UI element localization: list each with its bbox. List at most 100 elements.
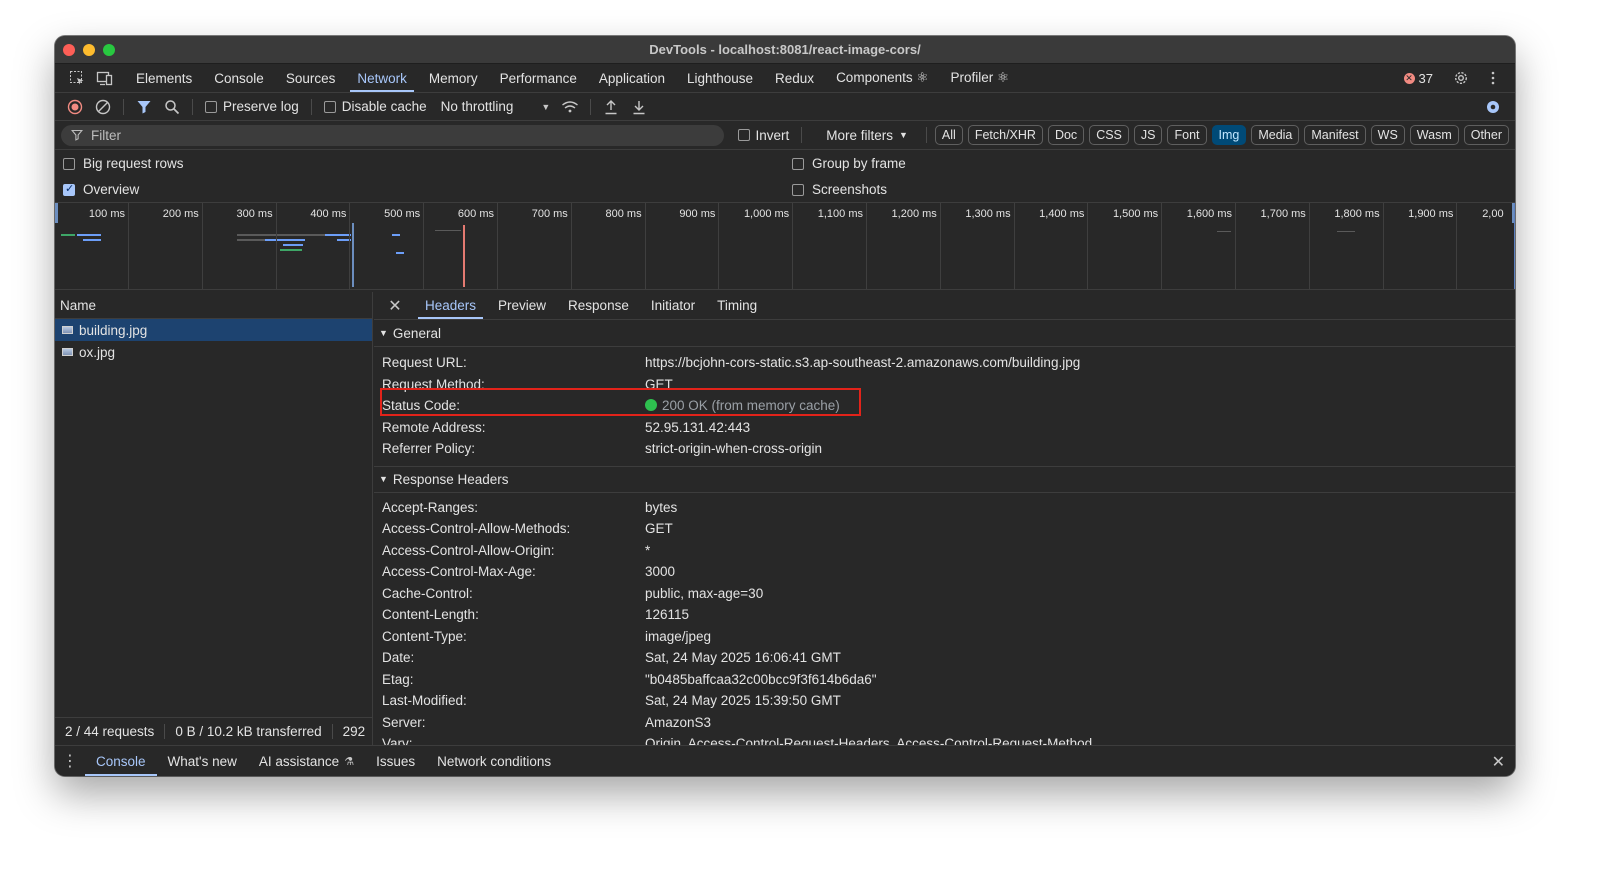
header-value: strict-origin-when-cross-origin: [645, 441, 823, 457]
timeline-tick-label: 200 ms: [162, 208, 199, 220]
throttling-select[interactable]: No throttling ▼: [441, 99, 551, 114]
request-row-building[interactable]: building.jpg: [55, 319, 372, 341]
header-row: Server: AmazonS3: [374, 712, 1515, 734]
invert-check[interactable]: [737, 129, 750, 141]
header-key: Etag:: [382, 671, 414, 687]
name-column-header[interactable]: Name: [55, 292, 372, 319]
tab-headers[interactable]: Headers: [414, 292, 487, 319]
tab-profiler[interactable]: Profiler ⚛: [939, 64, 1020, 92]
drawer-tab-ai-assistance[interactable]: AI assistance ⚗: [248, 746, 365, 776]
load-event-line: [463, 225, 465, 287]
inspect-element-icon[interactable]: [63, 66, 91, 90]
header-value: https://bcjohn-cors-static.s3.ap-southea…: [645, 355, 1081, 371]
import-har-upload-icon[interactable]: [597, 95, 625, 119]
request-row-ox[interactable]: ox.jpg: [55, 341, 372, 363]
tab-console[interactable]: Console: [203, 64, 275, 92]
timeline-tick-label: 1,100 ms: [817, 208, 863, 220]
export-har-download-icon[interactable]: [625, 95, 653, 119]
drawer-tab-whats-new[interactable]: What's new: [157, 746, 248, 776]
chip-wasm[interactable]: Wasm: [1409, 125, 1459, 145]
timeline-tick-label: 700 ms: [531, 208, 568, 220]
group-by-frame-checkbox[interactable]: Group by frame: [792, 156, 906, 171]
close-window-button[interactable]: [63, 44, 75, 56]
disable-cache-checkbox[interactable]: Disable cache: [323, 99, 427, 114]
header-row: Accept-Ranges: bytes: [374, 497, 1515, 519]
network-settings-gear-icon[interactable]: [1479, 95, 1507, 119]
error-counter[interactable]: ✕ 37: [1403, 71, 1433, 86]
big-request-rows-checkbox[interactable]: Big request rows: [63, 156, 184, 171]
chip-all[interactable]: All: [934, 125, 963, 145]
tab-redux[interactable]: Redux: [764, 64, 825, 92]
preserve-log-check[interactable]: [205, 100, 217, 113]
resource-type-chips: All Fetch/XHR Doc CSS JS Font Img Media …: [934, 125, 1509, 145]
general-section-header[interactable]: ▼ General: [374, 320, 1515, 347]
big-request-rows-check[interactable]: [63, 157, 75, 170]
chip-css[interactable]: CSS: [1089, 125, 1129, 145]
chip-other[interactable]: Other: [1463, 125, 1509, 145]
disable-cache-check[interactable]: [323, 100, 336, 113]
drawer-tab-issues[interactable]: Issues: [365, 746, 426, 776]
chip-manifest[interactable]: Manifest: [1304, 125, 1366, 145]
chip-font[interactable]: Font: [1167, 125, 1207, 145]
screenshots-label: Screenshots: [812, 182, 888, 197]
preserve-log-checkbox[interactable]: Preserve log: [205, 99, 299, 114]
device-toolbar-icon[interactable]: [91, 66, 119, 90]
header-row: Access-Control-Max-Age: 3000: [374, 561, 1515, 583]
overview-request-mark: [392, 234, 400, 236]
chip-fetch-xhr[interactable]: Fetch/XHR: [967, 125, 1043, 145]
drawer-tab-bar: ⋮ Console What's new AI assistance ⚗ Iss…: [55, 745, 1515, 776]
tab-application[interactable]: Application: [588, 64, 676, 92]
tab-initiator[interactable]: Initiator: [640, 292, 706, 319]
screenshots-check[interactable]: [792, 183, 804, 196]
screenshots-checkbox[interactable]: Screenshots: [792, 182, 887, 197]
header-value: "b0485baffcaa32c00bcc9f3f614b6da6": [645, 671, 877, 687]
filter-input[interactable]: Filter: [61, 124, 724, 146]
network-overview-timeline[interactable]: 100 ms 200 ms 300 ms 400 ms 500 ms 600 ms 700 …: [55, 203, 1515, 290]
overview-checkbox[interactable]: Overview: [63, 182, 139, 197]
tab-performance[interactable]: Performance: [489, 64, 588, 92]
chip-ws[interactable]: WS: [1370, 125, 1405, 145]
filter-funnel-icon[interactable]: [130, 95, 158, 119]
close-drawer-icon[interactable]: ✕: [1492, 752, 1505, 772]
stop-recording-icon[interactable]: [61, 95, 89, 119]
header-value: public, max-age=30: [645, 585, 764, 601]
network-conditions-wifi-icon[interactable]: [556, 95, 584, 119]
tab-sources[interactable]: Sources: [275, 64, 347, 92]
settings-gear-icon[interactable]: [1447, 66, 1475, 90]
header-row: Access-Control-Allow-Methods: GET: [374, 518, 1515, 540]
response-headers-section-header[interactable]: ▼ Response Headers: [374, 465, 1515, 493]
tab-components[interactable]: Components ⚛: [825, 64, 939, 92]
tab-lighthouse[interactable]: Lighthouse: [676, 64, 764, 92]
timeline-tick-label: 1,700 ms: [1260, 208, 1306, 220]
tab-memory[interactable]: Memory: [418, 64, 489, 92]
drawer-tab-console[interactable]: Console: [85, 746, 157, 776]
header-row: Remote Address: 52.95.131.42:443: [374, 417, 1515, 439]
invert-checkbox[interactable]: Invert: [737, 128, 789, 143]
drawer-menu-icon[interactable]: ⋮: [55, 746, 85, 776]
tab-preview[interactable]: Preview: [487, 292, 557, 319]
more-options-icon[interactable]: [1479, 66, 1507, 90]
search-icon[interactable]: [158, 95, 186, 119]
tab-network[interactable]: Network: [346, 64, 418, 92]
zoom-window-button[interactable]: [103, 44, 115, 56]
chip-doc[interactable]: Doc: [1047, 125, 1085, 145]
overview-check[interactable]: [63, 182, 75, 196]
header-key: Access-Control-Max-Age:: [382, 564, 536, 580]
drawer-tab-network-conditions[interactable]: Network conditions: [426, 746, 562, 776]
header-value: Sat, 24 May 2025 16:06:41 GMT: [645, 650, 841, 666]
more-filters-dropdown[interactable]: More filters ▼: [826, 128, 908, 143]
request-list: Name building.jpg ox.jpg 2 / 44 requests…: [55, 292, 373, 745]
chip-media[interactable]: Media: [1251, 125, 1300, 145]
chip-js[interactable]: JS: [1133, 125, 1163, 145]
tab-timing[interactable]: Timing: [706, 292, 768, 319]
timeline-tick-label: 1,600 ms: [1186, 208, 1232, 220]
header-row: Content-Length: 126115: [374, 604, 1515, 626]
devtools-window: DevTools - localhost:8081/react-image-co…: [55, 36, 1515, 776]
tab-elements[interactable]: Elements: [125, 64, 203, 92]
minimize-window-button[interactable]: [83, 44, 95, 56]
group-by-frame-check[interactable]: [792, 157, 804, 170]
close-details-icon[interactable]: ✕: [384, 292, 406, 319]
chip-img[interactable]: Img: [1211, 125, 1247, 145]
tab-response[interactable]: Response: [557, 292, 640, 319]
clear-icon[interactable]: [89, 95, 117, 119]
